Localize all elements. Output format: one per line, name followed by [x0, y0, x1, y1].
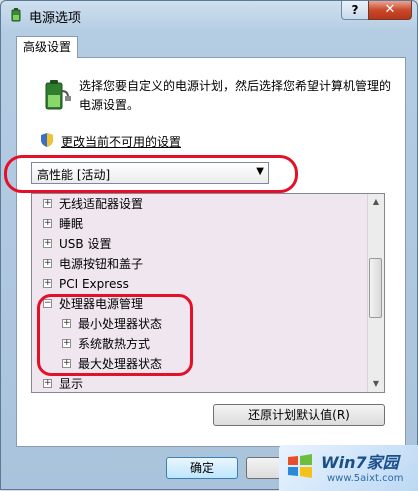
- uac-shield-icon: [39, 132, 55, 148]
- scroll-thumb[interactable]: [369, 258, 382, 318]
- watermark-title: Win7家园: [321, 453, 399, 472]
- expand-icon[interactable]: +: [62, 339, 71, 348]
- ok-button[interactable]: 确定: [166, 457, 238, 479]
- tree-item[interactable]: + PCI Express: [32, 274, 368, 294]
- collapse-icon[interactable]: −: [43, 299, 52, 308]
- tree-item[interactable]: + 最大处理器状态: [32, 354, 368, 374]
- tree-item[interactable]: + 无线适配器设置: [32, 194, 368, 214]
- tree-item[interactable]: + 电源按钮和盖子: [32, 254, 368, 274]
- expand-icon[interactable]: +: [43, 379, 52, 388]
- tree-item-processor-power[interactable]: − 处理器电源管理: [32, 294, 368, 314]
- expand-icon[interactable]: +: [43, 219, 52, 228]
- windows-logo-icon: [285, 451, 315, 481]
- scroll-up-arrow-icon[interactable]: ▲: [370, 195, 382, 209]
- description-text: 选择您要自定义的电源计划，然后选择您希望计算机管理的电源设置。: [79, 79, 392, 112]
- tree-item[interactable]: + USB 设置: [32, 234, 368, 254]
- power-options-icon: [8, 7, 24, 23]
- expand-icon[interactable]: +: [43, 239, 52, 248]
- expand-icon[interactable]: +: [43, 199, 52, 208]
- scroll-down-arrow-icon[interactable]: ▼: [370, 377, 382, 391]
- battery-plug-icon: [36, 77, 72, 113]
- tree-item[interactable]: + 系统散热方式: [32, 334, 368, 354]
- change-unavailable-settings-link[interactable]: 更改当前不可用的设置: [61, 133, 181, 150]
- expand-icon[interactable]: +: [62, 319, 71, 328]
- tree-item[interactable]: + 最小处理器状态: [32, 314, 368, 334]
- expand-icon[interactable]: +: [62, 359, 71, 368]
- power-plan-select[interactable]: 高性能 [活动] ▼: [31, 162, 269, 184]
- help-button[interactable]: ?: [341, 1, 369, 20]
- restore-defaults-button[interactable]: 还原计划默认值(R): [213, 404, 385, 426]
- expand-icon[interactable]: +: [43, 279, 52, 288]
- expand-icon[interactable]: +: [43, 259, 52, 268]
- tree-item[interactable]: + 睡眠: [32, 214, 368, 234]
- dropdown-arrow-icon: ▼: [256, 166, 264, 177]
- window-title: 电源选项: [29, 11, 82, 26]
- tree-item[interactable]: + 显示: [32, 374, 368, 392]
- power-plan-select-value: 高性能 [活动]: [37, 168, 111, 182]
- tree-scrollbar[interactable]: ▲ ▼: [367, 194, 384, 392]
- power-options-dialog: 电源选项 ? ✕ 高级设置 选择您要自定义的电源计划，然后选择您希望计算机管理的…: [0, 0, 418, 491]
- site-watermark: Win7家园 www.5aixt.com: [279, 445, 418, 491]
- tab-advanced-settings[interactable]: 高级设置: [16, 36, 78, 58]
- power-settings-tree[interactable]: + 无线适配器设置 + 睡眠 + USB 设置 + 电源按钮和盖子 + PCI …: [31, 193, 385, 393]
- watermark-url: www.5aixt.com: [327, 473, 404, 484]
- close-button[interactable]: ✕: [368, 1, 412, 20]
- title-bar[interactable]: 电源选项 ? ✕: [1, 1, 417, 29]
